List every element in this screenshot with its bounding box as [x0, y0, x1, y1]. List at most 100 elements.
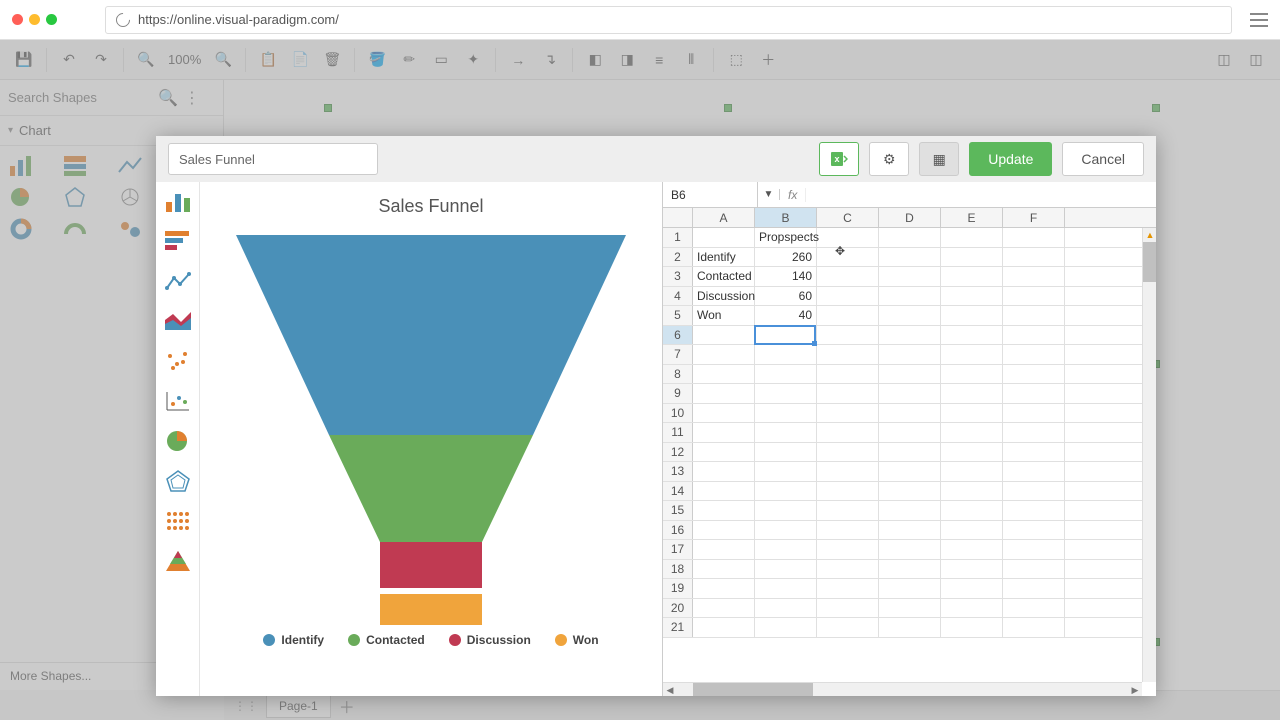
cell-F16[interactable] [1003, 521, 1065, 540]
cell-D5[interactable] [879, 306, 941, 325]
cell-C4[interactable] [817, 287, 879, 306]
cell-E10[interactable] [941, 404, 1003, 423]
cell-B7[interactable] [755, 345, 817, 364]
cell-F14[interactable] [1003, 482, 1065, 501]
cell-B16[interactable] [755, 521, 817, 540]
row-header-5[interactable]: 5 [663, 306, 693, 325]
ct-area-icon[interactable] [165, 310, 191, 332]
cell-A21[interactable] [693, 618, 755, 637]
cell-A1[interactable] [693, 228, 755, 247]
cell-D10[interactable] [879, 404, 941, 423]
row-header-21[interactable]: 21 [663, 618, 693, 637]
ct-bar-icon[interactable] [165, 190, 191, 212]
cell-E20[interactable] [941, 599, 1003, 618]
cell-E2[interactable] [941, 248, 1003, 267]
col-C[interactable]: C [817, 208, 879, 227]
cell-reference[interactable]: B6 [663, 182, 758, 208]
cell-A19[interactable] [693, 579, 755, 598]
cell-F12[interactable] [1003, 443, 1065, 462]
formula-input[interactable] [806, 187, 1156, 202]
cell-D15[interactable] [879, 501, 941, 520]
cell-D2[interactable] [879, 248, 941, 267]
cell-C10[interactable] [817, 404, 879, 423]
maximize-window[interactable] [46, 14, 57, 25]
cell-D13[interactable] [879, 462, 941, 481]
cell-C6[interactable] [817, 326, 879, 345]
vertical-scrollbar[interactable]: ▲ [1142, 228, 1156, 682]
ct-pyramid-icon[interactable] [165, 550, 191, 572]
cell-D20[interactable] [879, 599, 941, 618]
cell-C16[interactable] [817, 521, 879, 540]
row-header-16[interactable]: 16 [663, 521, 693, 540]
cell-F17[interactable] [1003, 540, 1065, 559]
row-header-10[interactable]: 10 [663, 404, 693, 423]
cell-D21[interactable] [879, 618, 941, 637]
cell-B3[interactable]: 140 [755, 267, 817, 286]
cell-E3[interactable] [941, 267, 1003, 286]
ct-line-icon[interactable] [165, 270, 191, 292]
cell-D14[interactable] [879, 482, 941, 501]
cell-A17[interactable] [693, 540, 755, 559]
cell-C18[interactable] [817, 560, 879, 579]
row-header-6[interactable]: 6 [663, 326, 693, 345]
cell-F7[interactable] [1003, 345, 1065, 364]
cell-B6[interactable] [755, 326, 817, 345]
row-header-17[interactable]: 17 [663, 540, 693, 559]
cell-ref-dropdown-icon[interactable]: ▼ [758, 189, 780, 200]
cell-B15[interactable] [755, 501, 817, 520]
cell-C15[interactable] [817, 501, 879, 520]
cell-E6[interactable] [941, 326, 1003, 345]
cell-B21[interactable] [755, 618, 817, 637]
cell-A8[interactable] [693, 365, 755, 384]
row-header-8[interactable]: 8 [663, 365, 693, 384]
cancel-button[interactable]: Cancel [1062, 142, 1144, 176]
col-F[interactable]: F [1003, 208, 1065, 227]
cell-F21[interactable] [1003, 618, 1065, 637]
row-header-20[interactable]: 20 [663, 599, 693, 618]
col-A[interactable]: A [693, 208, 755, 227]
cell-C14[interactable] [817, 482, 879, 501]
cell-F10[interactable] [1003, 404, 1065, 423]
cell-C20[interactable] [817, 599, 879, 618]
url-bar[interactable]: https://online.visual-paradigm.com/ [105, 6, 1232, 34]
cell-E17[interactable] [941, 540, 1003, 559]
cell-D16[interactable] [879, 521, 941, 540]
cell-E1[interactable] [941, 228, 1003, 247]
cell-D4[interactable] [879, 287, 941, 306]
ct-scatter-axes-icon[interactable] [165, 390, 191, 412]
cell-B14[interactable] [755, 482, 817, 501]
cell-C7[interactable] [817, 345, 879, 364]
cell-E8[interactable] [941, 365, 1003, 384]
minimize-window[interactable] [29, 14, 40, 25]
cell-B9[interactable] [755, 384, 817, 403]
row-header-11[interactable]: 11 [663, 423, 693, 442]
col-E[interactable]: E [941, 208, 1003, 227]
cell-B8[interactable] [755, 365, 817, 384]
cell-B18[interactable] [755, 560, 817, 579]
cell-D18[interactable] [879, 560, 941, 579]
chart-name-input[interactable] [168, 143, 378, 175]
cell-F20[interactable] [1003, 599, 1065, 618]
cell-F5[interactable] [1003, 306, 1065, 325]
cell-C11[interactable] [817, 423, 879, 442]
cell-A12[interactable] [693, 443, 755, 462]
ct-dotmatrix-icon[interactable] [165, 510, 191, 532]
cell-A5[interactable]: Won [693, 306, 755, 325]
ct-radar-icon[interactable] [165, 470, 191, 492]
cell-C12[interactable] [817, 443, 879, 462]
cell-E5[interactable] [941, 306, 1003, 325]
cell-A18[interactable] [693, 560, 755, 579]
cell-F4[interactable] [1003, 287, 1065, 306]
cell-A11[interactable] [693, 423, 755, 442]
cell-A2[interactable]: Identify [693, 248, 755, 267]
cell-C13[interactable] [817, 462, 879, 481]
col-D[interactable]: D [879, 208, 941, 227]
cell-D7[interactable] [879, 345, 941, 364]
cell-E14[interactable] [941, 482, 1003, 501]
row-header-18[interactable]: 18 [663, 560, 693, 579]
cell-A15[interactable] [693, 501, 755, 520]
cell-A9[interactable] [693, 384, 755, 403]
cell-F19[interactable] [1003, 579, 1065, 598]
reload-icon[interactable] [113, 10, 133, 30]
cell-F3[interactable] [1003, 267, 1065, 286]
